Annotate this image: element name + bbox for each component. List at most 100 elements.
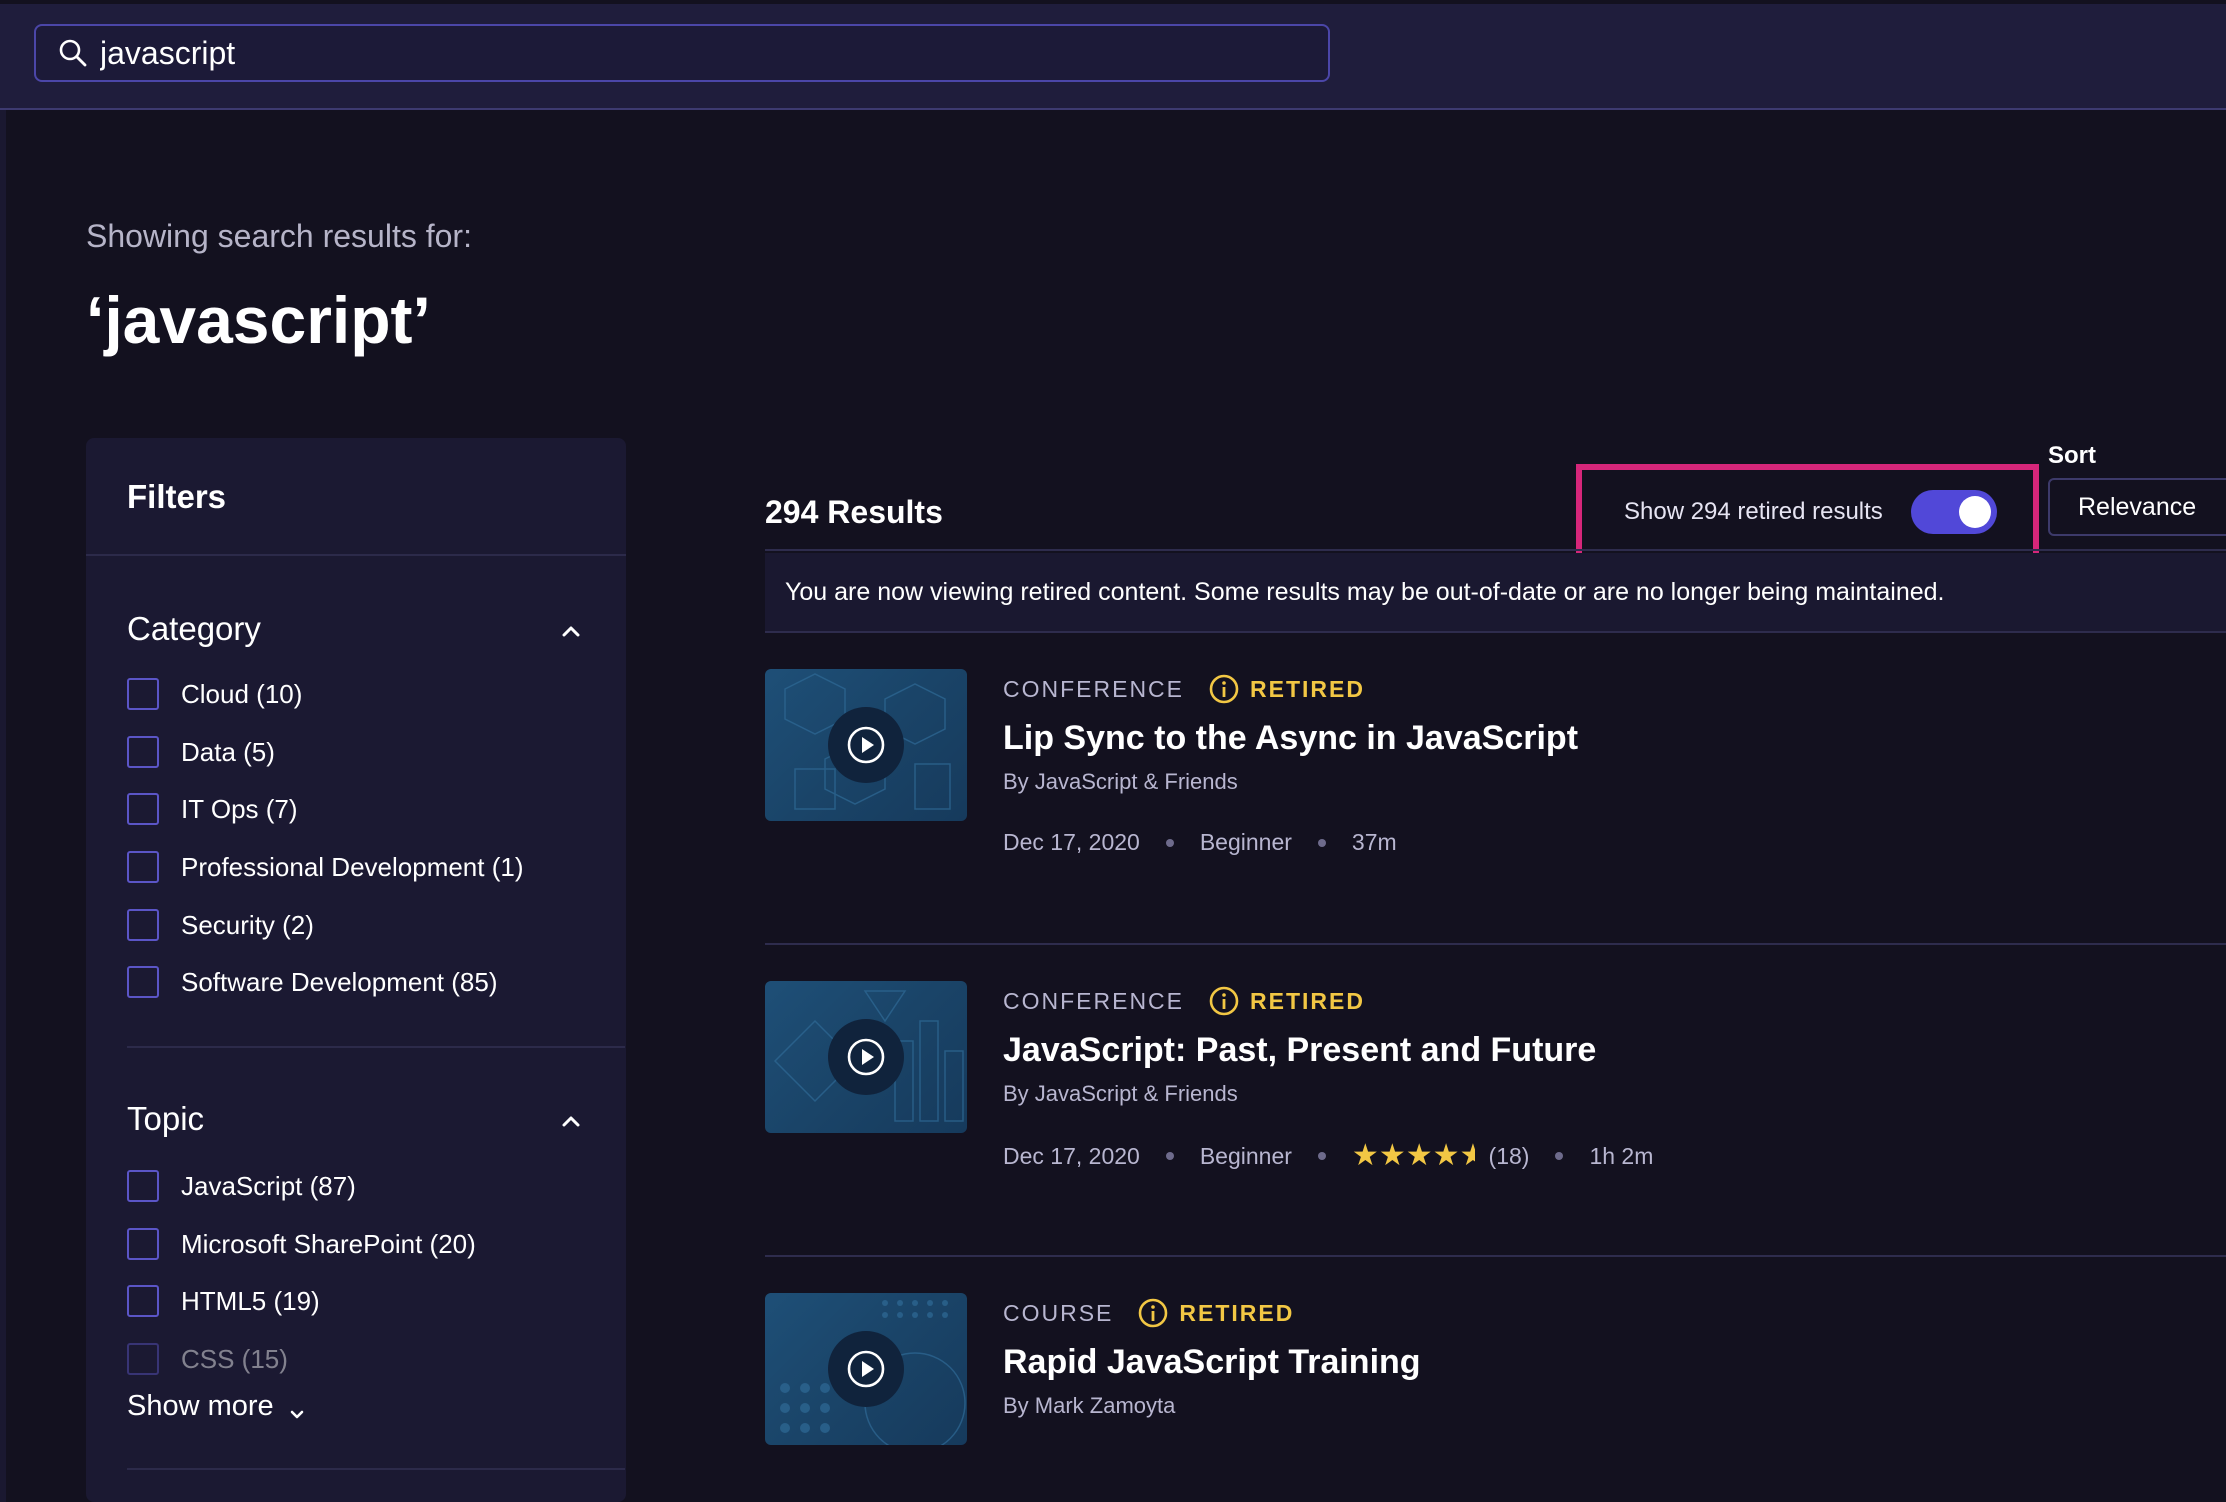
play-icon[interactable] bbox=[828, 1331, 904, 1407]
result-item[interactable]: CONFERENCE RETIRED JavaScript: Past, Pre… bbox=[765, 945, 2226, 1257]
result-meta: Dec 17, 2020 Beginner 37m bbox=[1003, 829, 1397, 856]
section-divider bbox=[127, 1468, 625, 1470]
course-thumbnail[interactable] bbox=[765, 981, 967, 1133]
checkbox[interactable] bbox=[127, 1170, 159, 1202]
result-item[interactable]: CONFERENCE RETIRED Lip Sync to the Async… bbox=[765, 633, 2226, 945]
filter-checkbox-row[interactable]: Security (2) bbox=[127, 905, 314, 945]
filters-panel: Filters Category Cloud (10) Data (5) IT … bbox=[86, 438, 626, 1502]
section-divider bbox=[127, 1046, 625, 1048]
result-tags: CONFERENCE RETIRED bbox=[1003, 985, 1365, 1017]
course-thumbnail[interactable] bbox=[765, 669, 967, 821]
results-header-divider bbox=[765, 549, 2226, 551]
separator-dot bbox=[1555, 1152, 1564, 1160]
search-input[interactable] bbox=[100, 34, 1300, 72]
checkbox[interactable] bbox=[127, 966, 159, 998]
top-search-bar bbox=[0, 4, 2226, 110]
filter-label: IT Ops (7) bbox=[181, 793, 298, 824]
star-full-icon: ★ bbox=[1432, 1139, 1460, 1172]
result-meta: Dec 17, 2020 Beginner ★ ★ ★ ★ ★ (18) 1h … bbox=[1003, 1141, 1653, 1171]
info-icon bbox=[1209, 674, 1239, 704]
search-results-caption: Showing search results for: bbox=[86, 218, 472, 254]
result-date: Dec 17, 2020 bbox=[1003, 829, 1140, 855]
play-icon[interactable] bbox=[828, 707, 904, 783]
retired-toggle-switch[interactable] bbox=[1910, 490, 1997, 534]
star-half-icon: ★ bbox=[1459, 1141, 1475, 1171]
retired-badge-label: RETIRED bbox=[1250, 675, 1365, 702]
result-duration: 37m bbox=[1351, 829, 1397, 855]
content-type-tag: CONFERENCE bbox=[1003, 675, 1185, 702]
retired-toggle-label: Show 294 retired results bbox=[1624, 498, 1883, 525]
results-count: 294 Results bbox=[765, 494, 943, 530]
checkbox[interactable] bbox=[127, 909, 159, 941]
retired-badge-label: RETIRED bbox=[1179, 1299, 1295, 1326]
play-icon[interactable] bbox=[828, 1019, 904, 1095]
topic-section-title: Topic bbox=[127, 1100, 205, 1137]
sort-value: Relevance bbox=[2078, 492, 2197, 521]
content-type-tag: CONFERENCE bbox=[1003, 987, 1185, 1014]
checkbox[interactable] bbox=[127, 851, 159, 883]
filter-checkbox-row[interactable]: JavaScript (87) bbox=[127, 1166, 356, 1206]
checkbox[interactable] bbox=[127, 736, 159, 768]
filter-label: Data (5) bbox=[181, 736, 275, 767]
result-title[interactable]: JavaScript: Past, Present and Future bbox=[1003, 1031, 1596, 1070]
show-more-button[interactable]: Show more bbox=[127, 1390, 306, 1423]
filter-label: Cloud (10) bbox=[181, 678, 303, 709]
retired-badge: RETIRED bbox=[1208, 985, 1365, 1017]
checkbox[interactable] bbox=[127, 678, 159, 710]
result-author: By JavaScript & Friends bbox=[1003, 769, 1238, 794]
search-query-heading: ‘javascript’ bbox=[86, 283, 431, 357]
retired-badge-label: RETIRED bbox=[1250, 987, 1365, 1014]
filter-checkbox-row[interactable]: Software Development (85) bbox=[127, 962, 497, 1002]
filter-checkbox-row[interactable]: Professional Development (1) bbox=[127, 847, 524, 887]
retired-badge: RETIRED bbox=[1208, 673, 1365, 705]
checkbox[interactable] bbox=[127, 793, 159, 825]
result-tags: CONFERENCE RETIRED bbox=[1003, 673, 1365, 705]
sort-select[interactable]: Relevance bbox=[2048, 478, 2226, 536]
filter-checkbox-row[interactable]: CSS (15) bbox=[127, 1339, 288, 1379]
show-more-label: Show more bbox=[127, 1390, 274, 1422]
filter-checkbox-row[interactable]: IT Ops (7) bbox=[127, 789, 298, 829]
rating-stars: ★ ★ ★ ★ ★ bbox=[1352, 1141, 1475, 1171]
result-title[interactable]: Lip Sync to the Async in JavaScript bbox=[1003, 719, 1578, 758]
checkbox[interactable] bbox=[127, 1285, 159, 1317]
retired-toggle-highlight: Show 294 retired results bbox=[1576, 464, 2039, 560]
filter-checkbox-row[interactable]: Microsoft SharePoint (20) bbox=[127, 1224, 476, 1264]
search-box[interactable] bbox=[34, 24, 1330, 82]
search-icon bbox=[56, 36, 90, 70]
checkbox[interactable] bbox=[127, 1228, 159, 1260]
result-title[interactable]: Rapid JavaScript Training bbox=[1003, 1343, 1421, 1382]
star-full-icon: ★ bbox=[1405, 1139, 1433, 1172]
result-item[interactable]: COURSE RETIRED Rapid JavaScript Training… bbox=[765, 1257, 2226, 1502]
result-level: Beginner bbox=[1199, 1142, 1292, 1169]
info-icon bbox=[1209, 986, 1239, 1016]
chevron-up-icon[interactable] bbox=[558, 1108, 584, 1134]
filter-label: Microsoft SharePoint (20) bbox=[181, 1228, 476, 1259]
result-author: By JavaScript & Friends bbox=[1003, 1081, 1238, 1106]
category-section-title: Category bbox=[127, 610, 261, 647]
filter-label: Professional Development (1) bbox=[181, 851, 524, 882]
toggle-knob bbox=[1958, 496, 1991, 528]
filter-checkbox-row[interactable]: HTML5 (19) bbox=[127, 1281, 320, 1321]
star-full-icon: ★ bbox=[1351, 1139, 1379, 1172]
checkbox[interactable] bbox=[127, 1343, 159, 1375]
result-duration: 1h 2m bbox=[1589, 1142, 1654, 1169]
result-tags: COURSE RETIRED bbox=[1003, 1297, 1294, 1329]
result-level: Beginner bbox=[1199, 829, 1292, 855]
filter-label: CSS (15) bbox=[181, 1343, 288, 1374]
star-full-icon: ★ bbox=[1378, 1139, 1406, 1172]
separator-dot bbox=[1165, 1152, 1174, 1160]
filter-checkbox-row[interactable]: Cloud (10) bbox=[127, 674, 302, 714]
course-thumbnail[interactable] bbox=[765, 1293, 967, 1445]
filter-label: Software Development (85) bbox=[181, 966, 498, 997]
content-type-tag: COURSE bbox=[1003, 1299, 1114, 1326]
chevron-up-icon[interactable] bbox=[558, 618, 584, 644]
filter-label: Security (2) bbox=[181, 909, 314, 940]
filter-label: JavaScript (87) bbox=[181, 1170, 356, 1201]
separator-dot bbox=[1317, 838, 1326, 847]
info-icon bbox=[1139, 1298, 1168, 1328]
sort-label: Sort bbox=[2048, 442, 2096, 469]
filters-title: Filters bbox=[127, 478, 227, 515]
filters-divider bbox=[86, 554, 626, 556]
filter-checkbox-row[interactable]: Data (5) bbox=[127, 732, 275, 772]
result-author: By Mark Zamoyta bbox=[1003, 1393, 1176, 1418]
